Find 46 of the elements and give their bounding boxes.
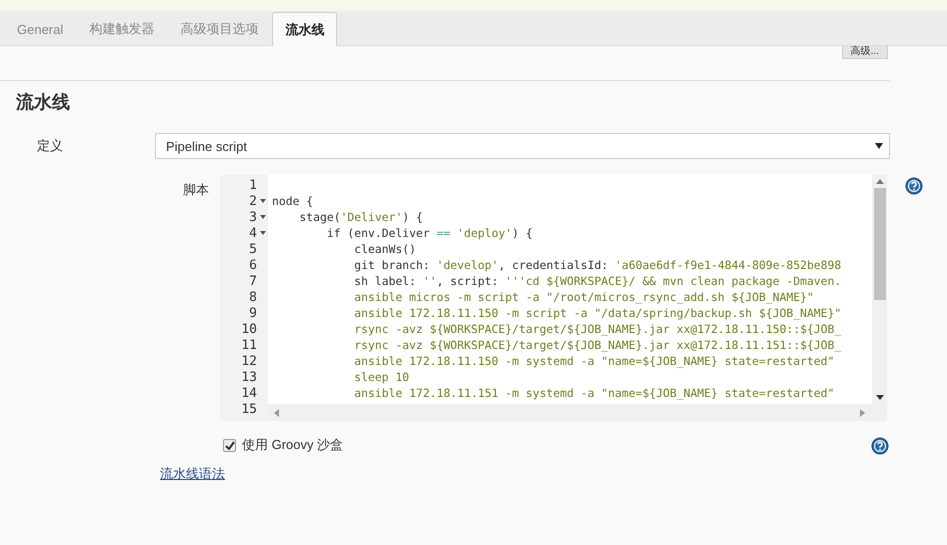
fold-caret-icon[interactable] (260, 215, 266, 219)
help-icon[interactable] (905, 177, 923, 195)
code-line: git branch: 'develop', credentialsId: 'a60ae6df-f9e1-4844-809e-852be898 (353, 258, 842, 272)
line-number: 14 (241, 386, 257, 400)
code-line: ansible micros -m script -a "/root/micros_rsync_add.sh ${JOB_NAME}" (353, 290, 814, 304)
line-number: 13 (241, 370, 257, 384)
definition-label: 定义 (36, 137, 64, 155)
code-line: ansible 172.18.11.150 -m script -a "/data/spring/backup.sh ${JOB_NAME}" (353, 306, 842, 320)
code-line: if (env.Deliver == 'deploy') { (326, 226, 533, 240)
tab[interactable]: 流水线 (272, 12, 338, 46)
code-line: ansible 172.18.11.150 -m systemd -a "name=${JOB_NAME} state=restarted" (353, 354, 834, 368)
section-title: 流水线 (16, 91, 71, 114)
scroll-down-arrow-icon[interactable] (876, 395, 884, 400)
checkbox[interactable] (223, 438, 236, 452)
code-line: sh label: '', script: '''cd ${WORKSPACE}/ && mvn clean package -Dmaven. (353, 274, 842, 288)
vertical-scrollbar[interactable] (872, 175, 887, 404)
help-icon[interactable] (871, 437, 889, 455)
code-line: ansible 172.18.11.151 -m systemd -a "name=${JOB_NAME} state=restarted" (353, 386, 834, 400)
scroll-up-arrow-icon[interactable] (876, 179, 884, 184)
line-number: 6 (249, 258, 257, 272)
code-line: node { (272, 194, 314, 208)
line-number: 15 (241, 402, 257, 416)
line-number: 5 (249, 242, 257, 256)
definition-select[interactable]: Pipeline script (155, 133, 890, 159)
line-number: 1 (249, 178, 257, 192)
advanced-button[interactable]: 高级... (842, 46, 888, 59)
pipeline-syntax-link[interactable]: 流水线语法 (160, 465, 225, 483)
line-number: 11 (241, 338, 257, 352)
line-number: 9 (249, 306, 257, 320)
script-label: 脚本 (182, 181, 210, 199)
code-line: cleanWs() (353, 242, 416, 256)
caret-icon (875, 143, 883, 149)
line-number: 3 (249, 210, 257, 224)
code-line: rsync -avz ${WORKSPACE}/target/${JOB_NAME}.jar xx@172.18.11.151::${JOB_ (353, 338, 842, 352)
fold-caret-icon[interactable] (260, 231, 266, 235)
checkbox-label: 使用 Groovy 沙盒 (242, 436, 344, 454)
line-number: 4 (249, 226, 257, 240)
code-line: rsync -avz ${WORKSPACE}/target/${JOB_NAME}.jar xx@172.18.11.150::${JOB_ (353, 322, 842, 336)
line-number: 10 (241, 322, 257, 336)
code-line: stage('Deliver') { (298, 210, 423, 224)
code-line: sleep 10 (353, 370, 410, 384)
line-number: 2 (249, 194, 257, 208)
line-number: 7 (249, 274, 257, 288)
fold-caret-icon[interactable] (260, 199, 266, 203)
line-number: 12 (241, 354, 257, 368)
line-number: 8 (249, 290, 257, 304)
